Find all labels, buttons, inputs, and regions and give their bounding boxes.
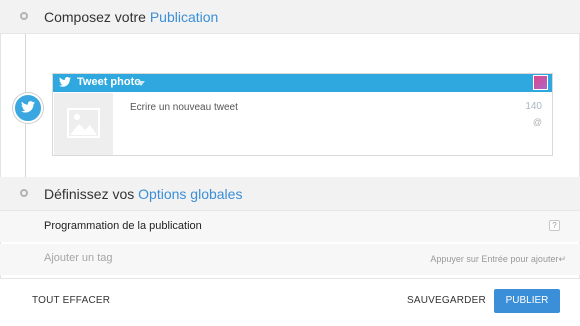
- tag-row: Appuyer sur Entrée pour ajouter↵: [0, 244, 580, 275]
- twitter-bird-icon: [59, 77, 71, 87]
- tweet-text-input[interactable]: Ecrire un nouveau tweet: [130, 102, 238, 113]
- publish-button[interactable]: PUBLIER: [494, 289, 560, 313]
- account-avatar: [533, 75, 548, 90]
- character-counter: 140: [525, 101, 542, 112]
- tag-input[interactable]: [44, 252, 344, 264]
- chevron-down-icon[interactable]: [137, 81, 145, 86]
- twitter-network-icon: [13, 93, 43, 123]
- mention-icon[interactable]: @: [533, 117, 542, 127]
- tweet-account-selector[interactable]: Tweet photo: [53, 74, 552, 92]
- compose-section-header: Composez votre Publication: [0, 0, 580, 34]
- timeline-dot-icon: [20, 189, 28, 197]
- scheduling-label: Programmation de la publication: [44, 220, 202, 232]
- media-upload-slot[interactable]: [54, 93, 113, 155]
- tweet-account-label: Tweet photo: [77, 76, 141, 88]
- clear-all-button[interactable]: TOUT EFFACER: [32, 295, 110, 306]
- timeline-dot-icon: [20, 12, 28, 20]
- save-button[interactable]: SAUVEGARDER: [407, 295, 486, 306]
- options-section-header: Définissez vos Options globales: [0, 177, 580, 211]
- help-icon[interactable]: ?: [549, 220, 560, 231]
- compose-section-title: Composez votre Publication: [44, 9, 219, 25]
- options-section-title: Définissez vos Options globales: [44, 186, 243, 202]
- tag-hint: Appuyer sur Entrée pour ajouter↵: [430, 254, 566, 264]
- tweet-composer-card: Tweet photo Ecrire un nouveau tweet 140 …: [52, 73, 553, 156]
- twitter-bird-icon: [21, 101, 35, 113]
- scheduling-row[interactable]: Programmation de la publication ?: [0, 211, 580, 242]
- image-placeholder-icon: [67, 108, 100, 138]
- footer-bar: TOUT EFFACER SAUVEGARDER PUBLIER: [0, 278, 580, 326]
